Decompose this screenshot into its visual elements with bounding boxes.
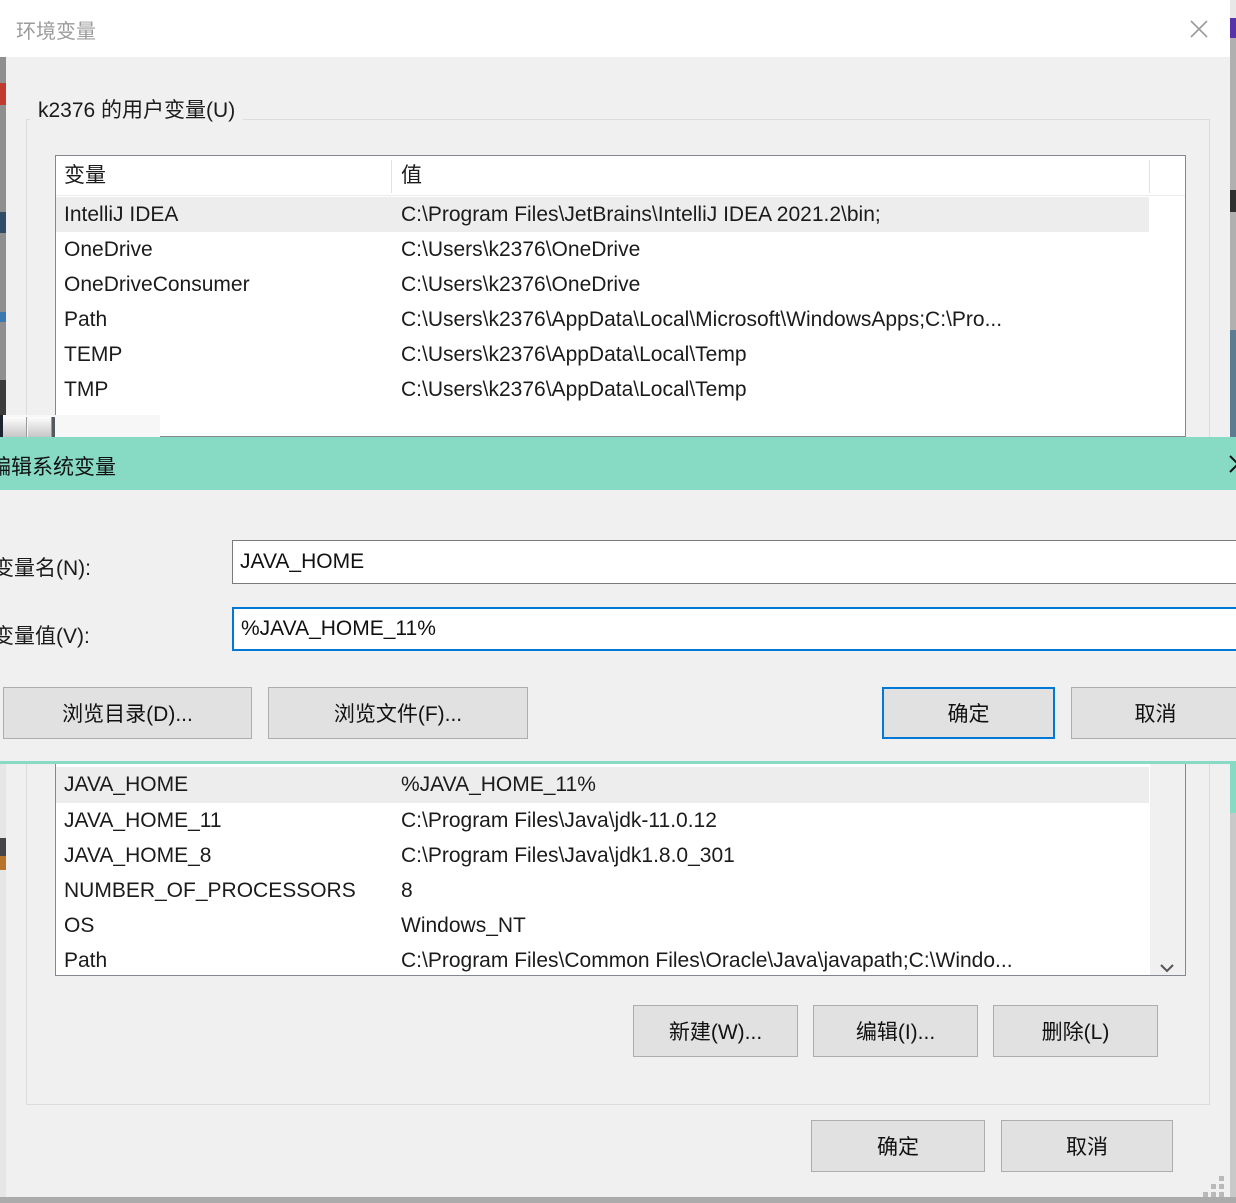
background-bottom-sliver [0,1197,1236,1203]
background-fragment [1230,190,1236,212]
cancel-button[interactable]: 取消 [1001,1120,1173,1172]
table-row[interactable]: OS Windows_NT [56,908,1149,943]
table-row[interactable]: TMP C:\Users\k2376\AppData\Local\Temp [56,372,1149,407]
table-row[interactable]: IntelliJ IDEA C:\Program Files\JetBrains… [56,197,1149,232]
main-titlebar[interactable]: 环境变量 [6,0,1230,57]
table-row[interactable]: Path C:\Program Files\Common Files\Oracl… [56,943,1149,975]
table-row[interactable]: JAVA_HOME_11 C:\Program Files\Java\jdk-1… [56,803,1149,838]
delete-button[interactable]: 删除(L) [993,1005,1158,1057]
background-fragment-strip [0,415,160,437]
variable-value-input[interactable] [232,607,1236,651]
column-header-value[interactable]: 值 [401,156,422,196]
background-fragment [1230,330,1236,437]
column-header-variable[interactable]: 变量 [64,156,106,196]
table-row[interactable]: TEMP C:\Users\k2376\AppData\Local\Temp [56,337,1149,372]
edit-dialog-titlebar[interactable]: 编辑系统变量 [0,437,1236,490]
background-fragment [52,417,55,437]
background-fragment [1230,813,1236,1203]
table-row[interactable]: JAVA_HOME %JAVA_HOME_11% [56,767,1149,803]
table-row[interactable]: NUMBER_OF_PROCESSORS 8 [56,873,1149,908]
cancel-button[interactable]: 取消 [1071,687,1236,739]
new-button[interactable]: 新建(W)... [633,1005,798,1057]
user-table-header: 变量 值 [56,156,1185,196]
user-variables-group-label: k2376 的用户变量(U) [30,97,244,125]
background-fragment [3,417,27,437]
background-fragment [28,417,52,437]
resize-grip[interactable] [1203,1176,1224,1197]
table-row[interactable]: OneDrive C:\Users\k2376\OneDrive [56,232,1149,267]
close-icon[interactable] [1186,16,1212,42]
browse-file-button[interactable]: 浏览文件(F)... [268,687,528,739]
table-row[interactable]: OneDriveConsumer C:\Users\k2376\OneDrive [56,267,1149,302]
table-row[interactable]: JAVA_HOME_8 C:\Program Files\Java\jdk1.8… [56,838,1149,873]
column-divider[interactable] [391,160,392,193]
variable-value-label: 变量值(V): [0,625,90,648]
table-row[interactable]: Path C:\Users\k2376\AppData\Local\Micros… [56,302,1149,337]
background-fragment [1230,0,1236,18]
browse-directory-button[interactable]: 浏览目录(D)... [3,687,252,739]
edit-system-variable-dialog: 编辑系统变量 变量名(N): 变量值(V): 浏览目录(D)... 浏览文件(F… [0,437,1236,764]
variable-name-label: 变量名(N): [0,557,91,580]
screen: 环境变量 k2376 的用户变量(U) 变量 值 IntelliJ IDEA C… [0,0,1236,1203]
window-title: 环境变量 [16,21,96,43]
background-fragment [1230,764,1236,813]
variable-name-input[interactable] [232,540,1236,584]
edit-button[interactable]: 编辑(I)... [813,1005,978,1057]
scroll-down-icon[interactable] [1160,960,1174,973]
edit-dialog-title: 编辑系统变量 [0,456,116,479]
background-fragment [1230,18,1236,38]
column-divider[interactable] [1149,160,1150,193]
ok-button[interactable]: 确定 [811,1120,985,1172]
ok-button[interactable]: 确定 [882,687,1055,739]
user-variables-table[interactable]: 变量 值 IntelliJ IDEA C:\Program Files\JetB… [55,155,1186,437]
close-icon[interactable] [1225,451,1236,477]
